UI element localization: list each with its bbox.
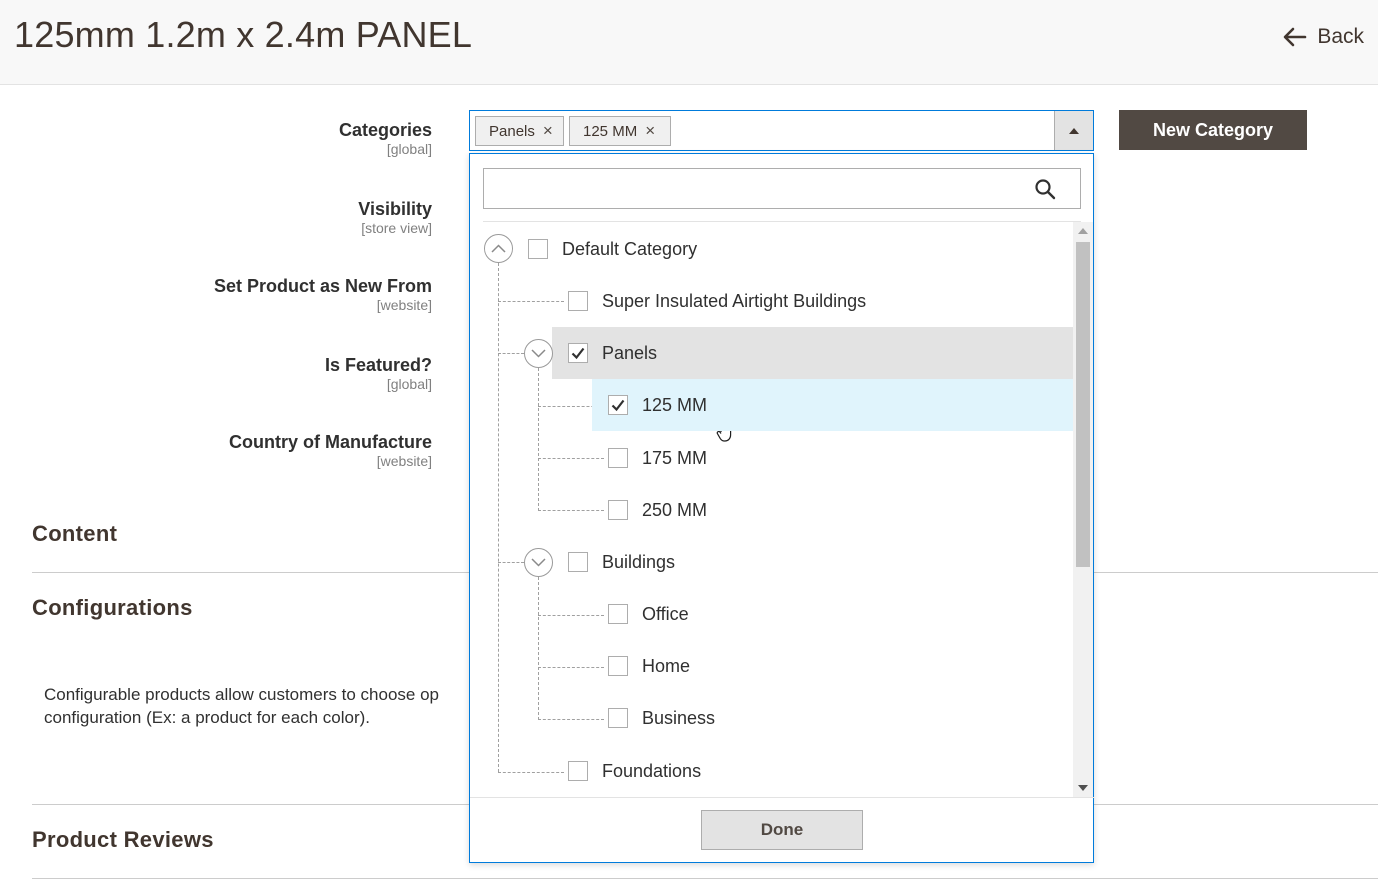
category-label[interactable]: Home [642,655,690,677]
field-scope: [website] [376,297,432,313]
category-label[interactable]: Office [642,603,689,625]
tree-connector [498,248,499,772]
field-name: Visibility [358,199,432,219]
category-chip-125mm: 125 MM × [569,116,671,146]
category-label[interactable]: Foundations [602,760,701,782]
category-label[interactable]: 175 MM [642,447,707,469]
category-label[interactable]: Buildings [602,551,675,573]
category-label[interactable]: Super Insulated Airtight Buildings [602,290,866,312]
tree-connector [538,719,604,720]
section-product-reviews[interactable]: Product Reviews [32,827,214,853]
tree-scrollbar[interactable] [1073,222,1093,797]
done-button[interactable]: Done [701,810,863,850]
scroll-down-arrow-icon[interactable] [1078,785,1088,791]
tree-connector [538,667,604,668]
category-checkbox[interactable] [528,239,548,259]
chevron-up-icon [491,244,506,253]
page-title: 125mm 1.2m x 2.4m PANEL [14,14,473,55]
chip-remove-icon[interactable]: × [637,121,663,141]
check-icon [571,347,585,360]
tree-connector [538,458,604,459]
category-tree: Default Category Super Insulated Airtigh… [470,222,1094,797]
chevron-down-icon [531,349,546,358]
categories-dropdown: Default Category Super Insulated Airtigh… [469,153,1094,863]
collapse-toggle[interactable] [524,339,553,368]
chip-label: Panels [489,122,535,140]
configurations-text-line1: Configurable products allow customers to… [44,685,439,704]
caret-up-icon [1069,127,1079,134]
search-icon[interactable] [1034,178,1056,200]
field-scope: [store view] [361,220,432,236]
field-label-visibility: Visibility [store view] [12,198,432,237]
category-label[interactable]: 250 MM [642,499,707,521]
category-checkbox[interactable] [608,395,628,415]
field-name: Is Featured? [324,355,432,375]
collapse-toggle[interactable] [524,548,553,577]
category-label[interactable]: 125 MM [642,394,707,416]
category-checkbox[interactable] [608,708,628,728]
chip-label: 125 MM [583,122,638,140]
category-checkbox[interactable] [608,604,628,624]
arrow-left-icon [1284,27,1307,47]
field-scope: [website] [376,453,432,469]
field-scope: [global] [386,376,432,392]
category-checkbox[interactable] [568,343,588,363]
configurations-description: Configurable products allow customers to… [44,683,474,729]
field-name: Country of Manufacture [228,432,432,452]
tree-connector [538,368,539,511]
back-button-label: Back [1317,25,1364,48]
categories-select[interactable]: Panels × 125 MM × [469,110,1094,151]
category-search-input[interactable] [483,168,1081,209]
field-label-new-from: Set Product as New From [website] [12,275,432,314]
tree-connector [498,353,524,354]
category-checkbox[interactable] [568,761,588,781]
tree-connector [498,562,524,563]
category-label[interactable]: Business [642,707,715,729]
category-checkbox[interactable] [608,656,628,676]
tree-connector [538,510,604,511]
tree-connector [498,301,564,302]
page-header: 125mm 1.2m x 2.4m PANEL Back [0,0,1378,85]
category-checkbox[interactable] [568,552,588,572]
field-name: Categories [338,120,432,140]
category-chip-panels: Panels × [475,116,564,146]
section-configurations[interactable]: Configurations [32,595,193,621]
categories-dropdown-toggle[interactable] [1054,111,1093,150]
scrollbar-thumb[interactable] [1076,242,1090,567]
tree-connector [498,772,564,773]
tree-connector [538,615,604,616]
field-label-is-featured: Is Featured? [global] [12,354,432,393]
field-label-country: Country of Manufacture [website] [12,431,432,470]
scroll-up-arrow-icon[interactable] [1078,228,1088,234]
category-checkbox[interactable] [608,448,628,468]
chip-remove-icon[interactable]: × [535,121,561,141]
field-name: Set Product as New From [213,276,432,296]
category-label[interactable]: Panels [602,342,657,364]
collapse-toggle[interactable] [484,234,513,263]
check-icon [611,399,625,412]
field-label-categories: Categories [global] [12,119,432,158]
new-category-button[interactable]: New Category [1119,110,1307,150]
tree-connector [538,577,539,720]
field-scope: [global] [386,141,432,157]
category-label[interactable]: Default Category [562,238,697,260]
section-content[interactable]: Content [32,521,117,547]
back-button[interactable]: Back [1281,22,1364,52]
category-checkbox[interactable] [568,291,588,311]
category-checkbox[interactable] [608,500,628,520]
chevron-down-icon [531,558,546,567]
configurations-text-line2: configuration (Ex: a product for each co… [44,708,370,727]
divider [32,878,1378,879]
divider [470,797,1094,798]
